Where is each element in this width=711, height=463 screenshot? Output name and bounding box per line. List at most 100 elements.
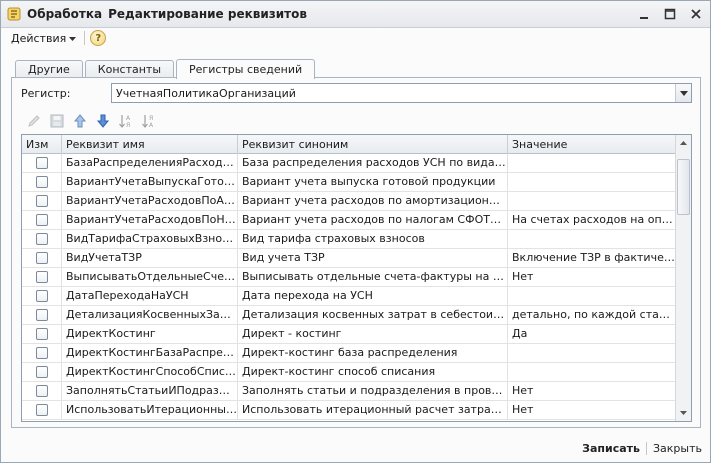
- column-header-name[interactable]: Реквизит имя: [62, 135, 238, 154]
- attribute-value-cell[interactable]: На счетах расходов на оплат...: [508, 211, 676, 229]
- sort-asc-icon[interactable]: AЯ: [117, 112, 135, 130]
- attribute-value-cell[interactable]: детально, по каждой статье ...: [508, 306, 676, 324]
- changed-checkbox[interactable]: [35, 214, 48, 226]
- table-row[interactable]: ВидТарифаСтраховыхВзносов Вид тарифа стра…: [22, 230, 676, 249]
- attribute-name-cell[interactable]: ВариантУчетаВыпускаГотовой...: [62, 173, 238, 191]
- attribute-name-cell[interactable]: ВыписыватьОтдельныеСчета...: [62, 268, 238, 286]
- attribute-value-cell[interactable]: Нет: [508, 401, 676, 419]
- table-row[interactable]: ЗаполнятьСтатьиИПодразделе...Заполнять с…: [22, 382, 676, 401]
- attribute-value-cell[interactable]: [508, 230, 676, 248]
- attribute-synonym-cell[interactable]: Дата перехода на УСН: [238, 287, 508, 305]
- table-row[interactable]: ИспользоватьИтерационныйР... Использовать…: [22, 401, 676, 420]
- attribute-name-cell[interactable]: ДиректКостингБазаРаспредел...: [62, 344, 238, 362]
- table-row[interactable]: ДетализацияКосвенныхЗатрат... Детализация…: [22, 306, 676, 325]
- table-row[interactable]: ДиректКостингБазаРаспредел... Директ-кост…: [22, 344, 676, 363]
- attribute-value-cell[interactable]: Включение ТЗР в фактическу...: [508, 249, 676, 267]
- column-header-synonym[interactable]: Реквизит синоним: [238, 135, 508, 154]
- attribute-synonym-cell[interactable]: Выписывать отдельные счета-фактуры на су…: [238, 268, 508, 286]
- changed-checkbox[interactable]: [35, 195, 48, 207]
- attribute-synonym-cell[interactable]: Директ-костинг способ списания: [238, 363, 508, 381]
- attribute-name-cell[interactable]: ЗаполнятьСтатьиИПодразделе...: [62, 382, 238, 400]
- attribute-name-cell[interactable]: ВариантУчетаРасходовПоНало...: [62, 211, 238, 229]
- changed-checkbox[interactable]: [35, 385, 48, 397]
- scrollbar-thumb[interactable]: [677, 159, 690, 215]
- sort-desc-icon[interactable]: ЯA: [140, 112, 158, 130]
- table-row[interactable]: ВариантУчетаРасходовПоАмо... Вариант учет…: [22, 192, 676, 211]
- attribute-value-cell[interactable]: [508, 287, 676, 305]
- attribute-name-cell[interactable]: ВидТарифаСтраховыхВзносов: [62, 230, 238, 248]
- help-button[interactable]: ?: [90, 30, 107, 46]
- vertical-scrollbar[interactable]: [675, 135, 691, 421]
- scroll-down-icon[interactable]: [676, 405, 691, 421]
- attribute-synonym-cell[interactable]: Детализация косвенных затрат в себестоим…: [238, 306, 508, 324]
- dropdown-button[interactable]: [675, 84, 691, 102]
- attribute-synonym-cell[interactable]: Вариант учета выпуска готовой продукции: [238, 173, 508, 191]
- tab-other[interactable]: Другие: [15, 60, 83, 78]
- column-header-value[interactable]: Значение: [508, 135, 676, 154]
- scroll-up-icon[interactable]: [676, 135, 691, 151]
- changed-checkbox[interactable]: [35, 271, 48, 283]
- attribute-value-cell[interactable]: [508, 154, 676, 172]
- table-row[interactable]: ВыписыватьОтдельныеСчета... Выписывать от…: [22, 268, 676, 287]
- changed-checkbox[interactable]: [35, 309, 48, 321]
- window-title-main: Редактирование реквизитов: [108, 7, 307, 21]
- table-row[interactable]: ДиректКостингСпособСписания Директ-костин…: [22, 363, 676, 382]
- attribute-synonym-cell[interactable]: Вариант учета расходов по налогам СФОТВН…: [238, 211, 508, 229]
- attribute-name-cell[interactable]: ДетализацияКосвенныхЗатрат...: [62, 306, 238, 324]
- attribute-value-cell[interactable]: Нет: [508, 268, 676, 286]
- attribute-name-cell[interactable]: БазаРаспределенияРасходовУ...: [62, 154, 238, 172]
- attribute-synonym-cell[interactable]: Вид тарифа страховых взносов: [238, 230, 508, 248]
- table-row[interactable]: ВариантУчетаВыпускаГотовой... Вариант уче…: [22, 173, 676, 192]
- attribute-value-cell[interactable]: Нет: [508, 382, 676, 400]
- table-row[interactable]: ВариантУчетаРасходовПоНало... Вариант уче…: [22, 211, 676, 230]
- actions-menu[interactable]: Действия: [11, 32, 77, 45]
- maximize-icon[interactable]: [662, 6, 678, 22]
- minimize-icon[interactable]: [636, 6, 652, 22]
- attribute-synonym-cell[interactable]: Вид учета ТЗР: [238, 249, 508, 267]
- attribute-synonym-cell[interactable]: Использовать итерационный расчет затрат …: [238, 401, 508, 419]
- attribute-name-cell[interactable]: ДиректКостинг: [62, 325, 238, 343]
- attribute-synonym-cell[interactable]: Вариант учета расходов по амортизационно…: [238, 192, 508, 210]
- save-icon[interactable]: [48, 112, 66, 130]
- move-up-icon[interactable]: [71, 112, 89, 130]
- changed-checkbox[interactable]: [35, 233, 48, 245]
- move-down-icon[interactable]: [94, 112, 112, 130]
- register-select[interactable]: УчетнаяПолитикаОрганизаций: [111, 83, 692, 103]
- table-row[interactable]: ДиректКостинг Директ - костинг Да: [22, 325, 676, 344]
- attribute-name-cell[interactable]: ИспользоватьИтерационныйР...: [62, 401, 238, 419]
- changed-checkbox[interactable]: [35, 157, 48, 169]
- close-button[interactable]: Закрыть: [647, 442, 710, 455]
- attribute-synonym-cell[interactable]: Заполнять статьи и подразделения в прово…: [238, 382, 508, 400]
- attribute-name-cell[interactable]: ДиректКостингСпособСписания: [62, 363, 238, 381]
- close-icon[interactable]: [688, 6, 704, 22]
- table-row[interactable]: БазаРаспределенияРасходовУ... База распре…: [22, 154, 676, 173]
- save-button[interactable]: Записать: [576, 442, 646, 455]
- attribute-value-cell[interactable]: Да: [508, 325, 676, 343]
- table-row[interactable]: ДатаПереходаНаУСН Дата перехода на УСН: [22, 287, 676, 306]
- column-header-changed[interactable]: Изм: [22, 135, 62, 154]
- attribute-value-cell[interactable]: [508, 173, 676, 191]
- edit-icon[interactable]: [25, 112, 43, 130]
- attribute-synonym-cell[interactable]: База распределения расходов УСН по видам…: [238, 154, 508, 172]
- attribute-name-cell[interactable]: ДатаПереходаНаУСН: [62, 287, 238, 305]
- attribute-name-cell[interactable]: ВариантУчетаРасходовПоАмо...: [62, 192, 238, 210]
- changed-checkbox[interactable]: [35, 347, 48, 359]
- changed-checkbox[interactable]: [35, 290, 48, 302]
- attribute-synonym-cell[interactable]: Директ-костинг база распределения: [238, 344, 508, 362]
- attribute-value-cell[interactable]: [508, 192, 676, 210]
- tab-constants[interactable]: Константы: [84, 60, 175, 78]
- attribute-name-cell[interactable]: ВидУчетаТЗР: [62, 249, 238, 267]
- attribute-value-cell[interactable]: [508, 363, 676, 381]
- attribute-synonym-cell[interactable]: Директ - костинг: [238, 325, 508, 343]
- changed-checkbox[interactable]: [35, 252, 48, 264]
- title-bar[interactable]: Обработка Редактирование реквизитов: [1, 1, 710, 28]
- attribute-value-cell[interactable]: [508, 344, 676, 362]
- table-row[interactable]: ВидУчетаТЗР Вид учета ТЗР Включение ТЗР в …: [22, 249, 676, 268]
- changed-cell: [22, 363, 62, 381]
- changed-checkbox[interactable]: [35, 366, 48, 378]
- changed-checkbox[interactable]: [35, 404, 48, 416]
- tab-info-registers[interactable]: Регистры сведений: [176, 59, 316, 79]
- app-icon: [7, 7, 21, 21]
- changed-checkbox[interactable]: [35, 176, 48, 188]
- changed-checkbox[interactable]: [35, 328, 48, 340]
